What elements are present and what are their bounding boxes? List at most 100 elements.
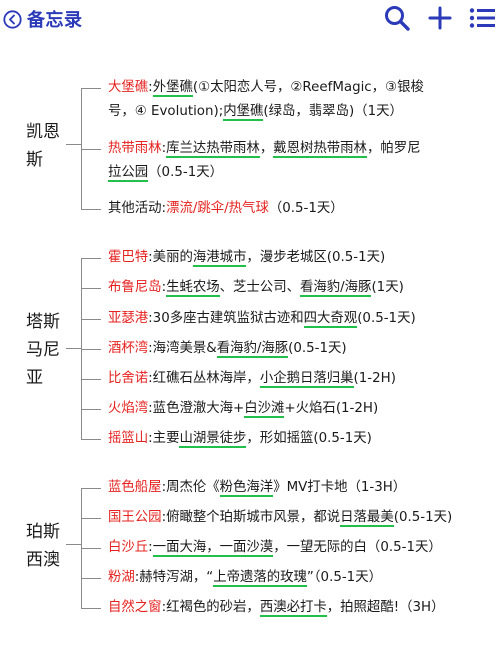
place-name: 粉湖 [108, 570, 135, 585]
group-title: 珀斯西澳 [26, 522, 60, 570]
list-item: 布鲁尼岛:生蚝农场、芝士公司、看海豹/海豚(1天) [108, 276, 493, 300]
back-label: 备忘录 [27, 10, 83, 31]
place-name: 自然之窗 [108, 600, 162, 615]
highlight-text: 上帝遗落的玫瑰 [213, 570, 307, 587]
place-name: 酒杯湾 [108, 341, 149, 356]
place-name: 霍巴特 [108, 250, 149, 265]
list-item: 蓝色船屋:周杰伦《粉色海洋》MV打卡地（1-3H） [108, 476, 493, 500]
item-text: ，一望无际的白（0.5-1天） [273, 540, 442, 555]
item-line: 霍巴特:美丽的海港城市，漫步老城区(0.5-1天) [108, 246, 493, 270]
item-line: 火焰湾:蓝色澄澈大海+白沙滩+火焰石(1-2H) [108, 397, 493, 421]
group-title: 塔斯马尼亚 [26, 312, 60, 388]
list-item: 霍巴特:美丽的海港城市，漫步老城区(0.5-1天) [108, 246, 493, 270]
list-item: 比舍诺:红礁石丛林海岸，小企鹅日落归巢(1-2H) [108, 367, 493, 391]
item-text: :蓝色澄澈大海+ [148, 401, 245, 416]
item-text: :美丽的 [148, 250, 193, 265]
add-button[interactable] [427, 4, 453, 32]
back-icon [3, 9, 22, 29]
list-item: 国王公园:俯瞰整个珀斯城市风景，都说日落最美(0.5-1天) [108, 506, 493, 530]
item-text: 号，④ Evolution); [108, 104, 224, 119]
highlight-text: 看海豹/海豚 [299, 280, 372, 297]
highlight-text: 白沙滩 [244, 401, 285, 418]
item-line: 热带雨林:库兰达热带雨林，戴恩树热带雨林，帕罗尼 [108, 137, 493, 161]
top-bar: 备忘录 [0, 0, 500, 40]
highlight-text: 四大奇观 [303, 311, 358, 328]
place-name: 热带雨林 [108, 141, 162, 156]
item-line: 布鲁尼岛:生蚝农场、芝士公司、看海豹/海豚(1天) [108, 276, 493, 300]
highlight-text: 粉色海洋 [219, 480, 274, 497]
highlight-text: 库兰达热带雨林 [166, 141, 260, 158]
item-text: ，漫步老城区(0.5-1天) [246, 250, 386, 265]
search-icon [383, 4, 411, 32]
list-item: 火焰湾:蓝色澄澈大海+白沙滩+火焰石(1-2H) [108, 397, 493, 421]
item-text: :红礁石丛林海岸， [148, 371, 260, 386]
highlight-text: 日落最美 [340, 510, 394, 527]
item-line: 亚瑟港:30多座古建筑监狱古迹和四大奇观(0.5-1天) [108, 307, 493, 331]
item-line: 蓝色船屋:周杰伦《粉色海洋》MV打卡地（1-3H） [108, 476, 493, 500]
list-item: 摇篮山:主要山湖景徒步，形如摇篮(0.5-1天) [108, 427, 493, 451]
item-line: 白沙丘:一面大海，一面沙漠，一望无际的白（0.5-1天） [108, 536, 493, 560]
item-text: 其他活动: [108, 201, 167, 216]
item-text: ”（0.5-1天） [306, 570, 382, 585]
place-name: 蓝色船屋 [108, 480, 162, 495]
back-button[interactable]: 备忘录 [3, 6, 83, 32]
list-icon [468, 4, 496, 32]
item-text: (1-2H) [353, 371, 396, 386]
item-line: 拉公园（0.5-1天） [108, 161, 493, 185]
item-text: (绿岛，翡翠岛)（1天） [263, 104, 403, 119]
place-name: 白沙丘 [108, 540, 149, 555]
item-line: 大堡礁:外堡礁(①太阳恋人号，②ReefMagic，③银梭 [108, 76, 493, 100]
item-line: 比舍诺:红礁石丛林海岸，小企鹅日落归巢(1-2H) [108, 367, 493, 391]
highlight-text: 小企鹅日落归巢 [259, 371, 354, 388]
list-item: 亚瑟港:30多座古建筑监狱古迹和四大奇观(0.5-1天) [108, 307, 493, 331]
highlight-text: 拉公园 [108, 165, 149, 182]
place-name: 国王公园 [108, 510, 162, 525]
place-name: 火焰湾 [108, 401, 149, 416]
place-name: 比舍诺 [108, 371, 149, 386]
item-line: 摇篮山:主要山湖景徒步，形如摇篮(0.5-1天) [108, 427, 493, 451]
item-text: : [148, 540, 153, 555]
item-text: :红褐色的砂岩， [161, 600, 260, 615]
item-text: 》MV打卡地（1-3H） [273, 480, 407, 495]
item-text: ，帕罗尼 [366, 141, 421, 156]
item-text: ， [259, 141, 274, 156]
list-item: 自然之窗:红褐色的砂岩，西澳必打卡，拍照超酷!（3H） [108, 596, 493, 620]
list-item: 酒杯湾:海湾美景&看海豹/海豚(0.5-1天) [108, 337, 493, 361]
highlight-text: 山湖景徒步 [179, 431, 247, 448]
item-text: ，拍照超酷!（3H） [326, 600, 445, 615]
item-text: :俯瞰整个珀斯城市风景，都说 [161, 510, 341, 525]
place-name: 亚瑟港 [108, 311, 149, 326]
item-text: :30多座古建筑监狱古迹和 [148, 311, 304, 326]
item-text: (0.5-1天) [393, 510, 453, 525]
item-text: (0.5-1天) [357, 311, 416, 326]
place-name: 大堡礁 [108, 80, 149, 95]
highlight-text: 海港城市 [192, 250, 247, 267]
highlight-text: 戴恩树热带雨林 [273, 141, 367, 158]
item-text: :海湾美景& [148, 341, 217, 356]
item-text: :周杰伦《 [161, 480, 220, 495]
item-text: (①太阳恋人号，②ReefMagic，③银梭 [192, 80, 424, 95]
item-text: ，形如摇篮(0.5-1天) [246, 431, 372, 446]
item-text: （0.5-1天） [268, 201, 344, 216]
list-button[interactable] [468, 4, 496, 32]
place-name: 摇篮山 [108, 431, 149, 446]
group-title: 凯恩斯 [26, 122, 60, 170]
item-line: 自然之窗:红褐色的砂岩，西澳必打卡，拍照超酷!（3H） [108, 596, 493, 620]
highlight-text: 看海豹/海豚 [216, 341, 289, 358]
highlight-text: 西澳必打卡 [259, 600, 327, 617]
place-name: 布鲁尼岛 [108, 280, 162, 295]
list-item: 其他活动:漂流/跳伞/热气球（0.5-1天） [108, 197, 493, 221]
list-item: 热带雨林:库兰达热带雨林，戴恩树热带雨林，帕罗尼 拉公园（0.5-1天） [108, 137, 493, 185]
list-item: 粉湖:赫特泻湖，“上帝遗落的玫瑰”（0.5-1天） [108, 566, 493, 590]
list-item: 白沙丘:一面大海，一面沙漠，一望无际的白（0.5-1天） [108, 536, 493, 560]
highlight-text: 外堡礁 [152, 80, 193, 97]
search-button[interactable] [383, 4, 411, 32]
item-text: +火焰石(1-2H) [284, 401, 379, 416]
place-name: 漂流/跳伞/热气球 [166, 201, 269, 216]
item-text: (1天) [371, 280, 404, 295]
highlight-text: 生蚝农场 [166, 280, 220, 297]
item-text: 、芝士公司、 [219, 280, 300, 295]
item-line: 酒杯湾:海湾美景&看海豹/海豚(0.5-1天) [108, 337, 493, 361]
highlight-text: 一面大海，一面沙漠 [152, 540, 274, 557]
item-text: (0.5-1天) [288, 341, 347, 356]
